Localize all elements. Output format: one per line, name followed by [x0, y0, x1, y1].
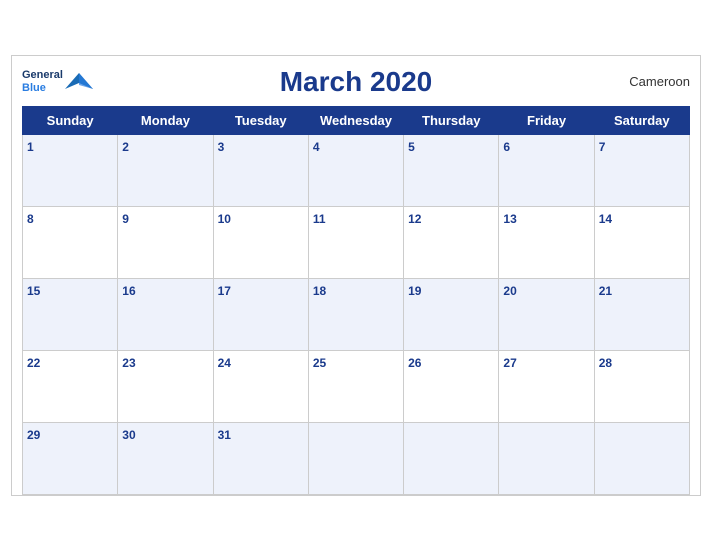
calendar-day-cell[interactable]: 3 — [213, 134, 308, 206]
day-number: 27 — [503, 356, 516, 370]
day-number: 31 — [218, 428, 231, 442]
calendar-day-cell[interactable]: 21 — [594, 278, 689, 350]
day-number: 4 — [313, 140, 320, 154]
day-number: 11 — [313, 212, 326, 226]
calendar-day-cell[interactable]: 12 — [404, 206, 499, 278]
calendar-day-cell[interactable]: 15 — [23, 278, 118, 350]
header-saturday: Saturday — [594, 106, 689, 134]
day-number: 1 — [27, 140, 34, 154]
calendar-day-cell[interactable]: 24 — [213, 350, 308, 422]
day-number: 15 — [27, 284, 40, 298]
logo-area-left: General Blue — [22, 69, 63, 93]
day-number: 25 — [313, 356, 326, 370]
day-number: 30 — [122, 428, 135, 442]
day-number: 19 — [408, 284, 421, 298]
day-number: 24 — [218, 356, 231, 370]
day-number: 29 — [27, 428, 40, 442]
calendar-week-row: 15 16 17 18 19 20 21 — [23, 278, 690, 350]
calendar-day-cell[interactable] — [499, 422, 594, 494]
calendar-day-cell[interactable] — [594, 422, 689, 494]
day-number: 6 — [503, 140, 510, 154]
day-number: 16 — [122, 284, 135, 298]
calendar-day-cell[interactable]: 22 — [23, 350, 118, 422]
logo-area: General Blue — [22, 69, 93, 93]
calendar-day-cell[interactable]: 31 — [213, 422, 308, 494]
calendar-day-cell[interactable]: 28 — [594, 350, 689, 422]
calendar-day-cell[interactable]: 29 — [23, 422, 118, 494]
calendar-day-cell[interactable]: 30 — [118, 422, 213, 494]
day-number: 22 — [27, 356, 40, 370]
calendar-week-row: 29 30 31 — [23, 422, 690, 494]
calendar-day-cell[interactable]: 11 — [308, 206, 403, 278]
calendar-day-cell[interactable]: 18 — [308, 278, 403, 350]
header-wednesday: Wednesday — [308, 106, 403, 134]
header-sunday: Sunday — [23, 106, 118, 134]
country-label: Cameroon — [629, 74, 690, 89]
calendar-day-cell[interactable]: 16 — [118, 278, 213, 350]
calendar-day-cell[interactable]: 14 — [594, 206, 689, 278]
day-number: 10 — [218, 212, 231, 226]
header-thursday: Thursday — [404, 106, 499, 134]
day-number: 12 — [408, 212, 421, 226]
calendar-week-row: 22 23 24 25 26 27 28 — [23, 350, 690, 422]
day-number: 17 — [218, 284, 231, 298]
calendar-day-cell[interactable]: 7 — [594, 134, 689, 206]
header-friday: Friday — [499, 106, 594, 134]
header-tuesday: Tuesday — [213, 106, 308, 134]
calendar-day-cell[interactable]: 13 — [499, 206, 594, 278]
logo-general-text: General — [22, 69, 63, 81]
calendar-day-cell[interactable]: 19 — [404, 278, 499, 350]
day-number: 5 — [408, 140, 415, 154]
day-number: 26 — [408, 356, 421, 370]
calendar-day-cell[interactable]: 9 — [118, 206, 213, 278]
month-title: March 2020 — [280, 66, 433, 98]
day-number: 2 — [122, 140, 129, 154]
calendar-day-cell[interactable]: 4 — [308, 134, 403, 206]
logo-bird-icon — [65, 71, 93, 93]
calendar-day-cell[interactable]: 5 — [404, 134, 499, 206]
calendar-table: Sunday Monday Tuesday Wednesday Thursday… — [22, 106, 690, 495]
day-number: 9 — [122, 212, 129, 226]
calendar-day-cell[interactable]: 25 — [308, 350, 403, 422]
calendar-day-cell[interactable]: 26 — [404, 350, 499, 422]
day-number: 18 — [313, 284, 326, 298]
day-number: 7 — [599, 140, 606, 154]
calendar-day-cell[interactable]: 17 — [213, 278, 308, 350]
day-number: 21 — [599, 284, 612, 298]
day-number: 13 — [503, 212, 516, 226]
logo-blue-text: Blue — [22, 82, 63, 94]
calendar-week-row: 1 2 3 4 5 6 7 — [23, 134, 690, 206]
calendar-day-cell[interactable]: 27 — [499, 350, 594, 422]
calendar-header: General Blue March 2020 Cameroon — [22, 66, 690, 98]
calendar-day-cell[interactable] — [404, 422, 499, 494]
weekday-header-row: Sunday Monday Tuesday Wednesday Thursday… — [23, 106, 690, 134]
calendar-day-cell[interactable] — [308, 422, 403, 494]
calendar-day-cell[interactable]: 6 — [499, 134, 594, 206]
day-number: 20 — [503, 284, 516, 298]
calendar-day-cell[interactable]: 8 — [23, 206, 118, 278]
day-number: 3 — [218, 140, 225, 154]
calendar-container: General Blue March 2020 Cameroon Sunday … — [11, 55, 701, 496]
day-number: 28 — [599, 356, 612, 370]
day-number: 14 — [599, 212, 612, 226]
calendar-day-cell[interactable]: 1 — [23, 134, 118, 206]
calendar-day-cell[interactable]: 10 — [213, 206, 308, 278]
calendar-day-cell[interactable]: 20 — [499, 278, 594, 350]
calendar-week-row: 8 9 10 11 12 13 14 — [23, 206, 690, 278]
day-number: 23 — [122, 356, 135, 370]
header-monday: Monday — [118, 106, 213, 134]
day-number: 8 — [27, 212, 34, 226]
calendar-day-cell[interactable]: 2 — [118, 134, 213, 206]
calendar-day-cell[interactable]: 23 — [118, 350, 213, 422]
